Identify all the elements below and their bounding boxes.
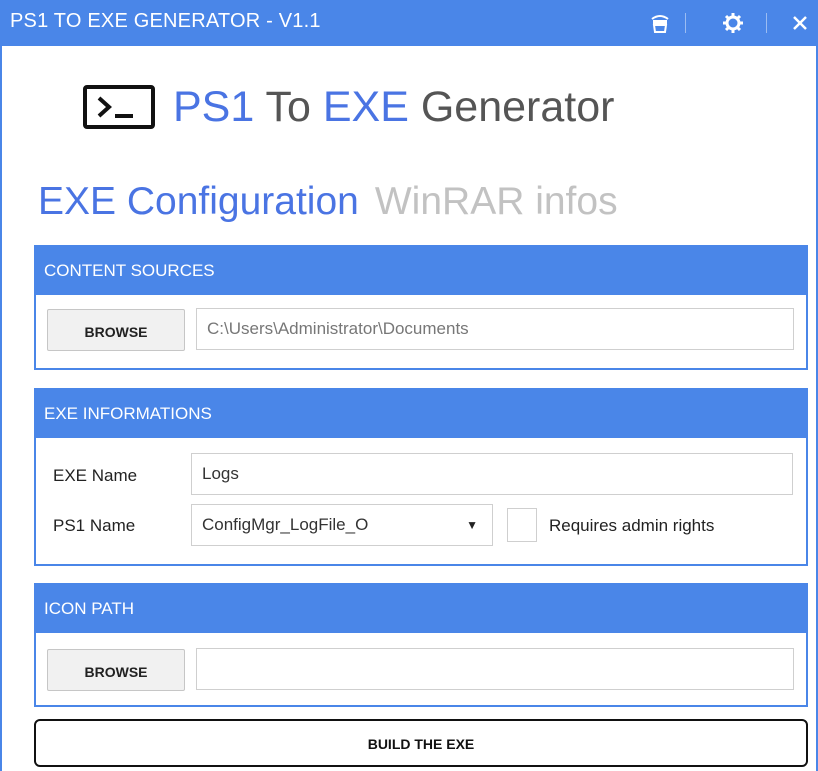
- icon-path-header: ICON PATH: [36, 585, 806, 633]
- heading-generator: Generator: [420, 82, 615, 131]
- chevron-down-icon: ▼: [466, 518, 478, 532]
- icon-path-panel: ICON PATH BROWSE: [34, 583, 808, 707]
- ps1-name-dropdown[interactable]: ConfigMgr_LogFile_O ▼: [191, 504, 493, 546]
- heading-ps1: PS1: [173, 82, 255, 131]
- title-bar: PS1 TO EXE GENERATOR - V1.1: [0, 0, 818, 46]
- build-exe-button[interactable]: BUILD THE EXE: [34, 719, 808, 767]
- gear-icon[interactable]: [718, 8, 748, 38]
- exe-name-field[interactable]: Logs: [191, 453, 793, 495]
- ps1-name-label: PS1 Name: [53, 516, 136, 535]
- ps1-name-value: ConfigMgr_LogFile_O: [202, 515, 369, 534]
- exe-informations-header: EXE INFORMATIONS: [36, 390, 806, 438]
- window-title: PS1 TO EXE GENERATOR - V1.1: [10, 10, 321, 32]
- content-sources-header: CONTENT SOURCES: [36, 247, 806, 295]
- title-separator: [766, 13, 767, 33]
- heading-exe: EXE: [322, 82, 409, 131]
- tab-exe-configuration[interactable]: EXE Configuration: [38, 180, 359, 224]
- tab-winrar-infos[interactable]: WinRAR infos: [375, 180, 618, 224]
- close-icon[interactable]: [785, 8, 815, 38]
- icon-path-field[interactable]: [196, 648, 794, 690]
- app-heading: PS1 To EXE Generator: [173, 83, 614, 132]
- heading-to: To: [265, 82, 311, 131]
- terminal-icon: [83, 85, 155, 129]
- cup-icon[interactable]: [645, 8, 675, 38]
- icon-browse-button[interactable]: BROWSE: [47, 649, 185, 691]
- content-sources-panel: CONTENT SOURCES BROWSE C:\Users\Administ…: [34, 245, 808, 370]
- exe-name-label: EXE Name: [53, 466, 138, 485]
- app-header: PS1 To EXE Generator: [83, 82, 614, 132]
- admin-rights-checkbox[interactable]: [507, 508, 537, 542]
- admin-rights-label: Requires admin rights: [549, 516, 715, 535]
- content-path-field[interactable]: C:\Users\Administrator\Documents: [196, 308, 794, 350]
- tab-strip: EXE Configuration WinRAR infos: [38, 180, 618, 224]
- content-browse-button[interactable]: BROWSE: [47, 309, 185, 351]
- exe-informations-panel: EXE INFORMATIONS EXE Name Logs PS1 Name …: [34, 388, 808, 566]
- title-separator: [685, 13, 686, 33]
